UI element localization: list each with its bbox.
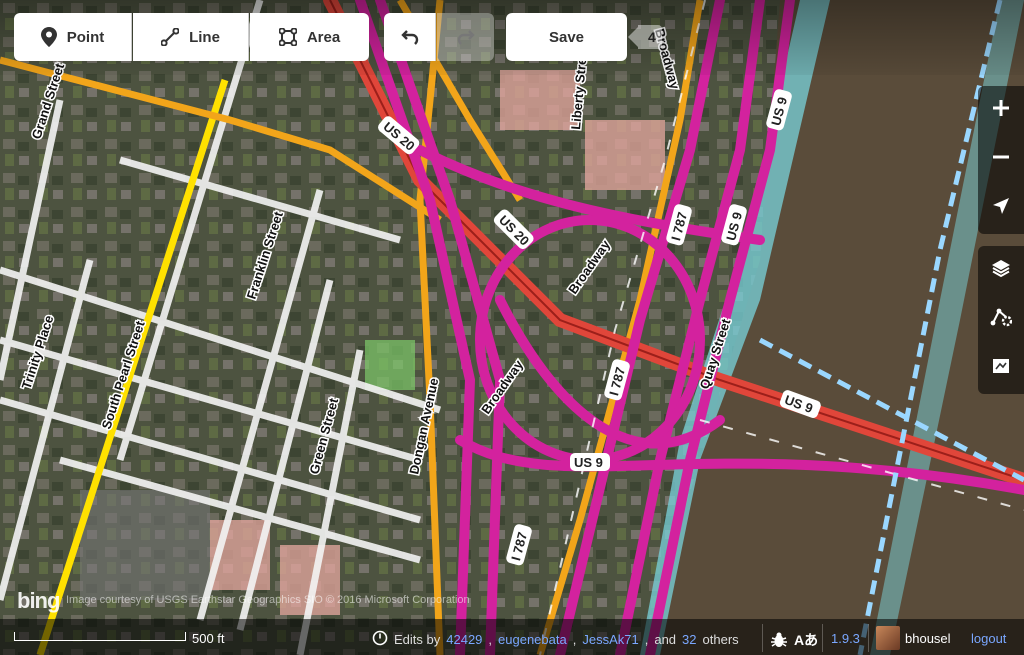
help-icon [992,357,1010,380]
footer-divider [762,624,763,652]
logout-link[interactable]: logout [971,631,1006,646]
version-link[interactable]: 1.9.3 [831,631,860,646]
scale-bar[interactable] [14,632,186,641]
help-button[interactable] [978,344,1024,393]
user-name-link[interactable]: bhousel [905,631,951,646]
zoom-in-icon [992,99,1010,122]
edits-prefix: Edits by [394,632,441,647]
map-canvas[interactable]: US 20 US 20 US 9 US 9 US 9 US 9 I 787 I … [0,0,1024,655]
background-layers-button[interactable] [978,246,1024,295]
history-icon [372,630,388,649]
area-icon [278,28,297,46]
map-controls-panels [978,246,1024,394]
save-button[interactable]: Save [506,13,627,61]
layers-icon [991,258,1011,283]
bug-report-icon[interactable] [770,631,788,654]
avatar[interactable] [876,626,900,650]
add-line-label: Line [189,28,220,46]
redo-button[interactable] [437,13,494,61]
point-icon [40,27,57,47]
zoom-out-icon [992,148,1010,171]
svg-text:US 9: US 9 [574,455,603,470]
zoom-out-button[interactable] [978,135,1024,184]
geolocate-button[interactable] [978,184,1024,233]
footer-divider [868,624,869,652]
imagery-attribution: Image courtesy of USGS Earthstar Geograp… [66,594,470,606]
redo-icon [457,29,475,45]
add-area-button[interactable]: Area [250,13,369,61]
scale-label: 500 ft [192,631,225,646]
add-line-button[interactable]: Line [133,13,249,61]
line-icon [161,28,180,46]
geolocate-icon [992,197,1010,220]
undo-icon [400,29,419,45]
edits-attribution: Edits by 42429, eugenebata, JessAk71, an… [372,630,739,649]
bing-logo[interactable]: bing [17,588,60,614]
others-count-link[interactable]: 32 [682,632,696,647]
editor-link[interactable]: eugenebata [498,632,567,647]
others-label: others [702,632,739,647]
editor-link[interactable]: JessAk71 [582,632,638,647]
and-label: and [654,632,677,647]
add-area-label: Area [306,28,341,46]
save-label: Save [548,28,585,46]
footer-divider [822,624,823,652]
map-data-icon [990,307,1013,332]
editor-link[interactable]: 42429 [446,632,482,647]
zoom-in-button[interactable] [978,86,1024,135]
map-controls-zoom [978,86,1024,234]
map-data-button[interactable] [978,295,1024,344]
edit-count-badge: 4 [628,25,662,49]
add-point-label: Point [66,28,105,46]
add-point-button[interactable]: Point [14,13,132,61]
translate-icon[interactable]: Aあ [794,630,818,650]
undo-button[interactable] [384,13,436,61]
